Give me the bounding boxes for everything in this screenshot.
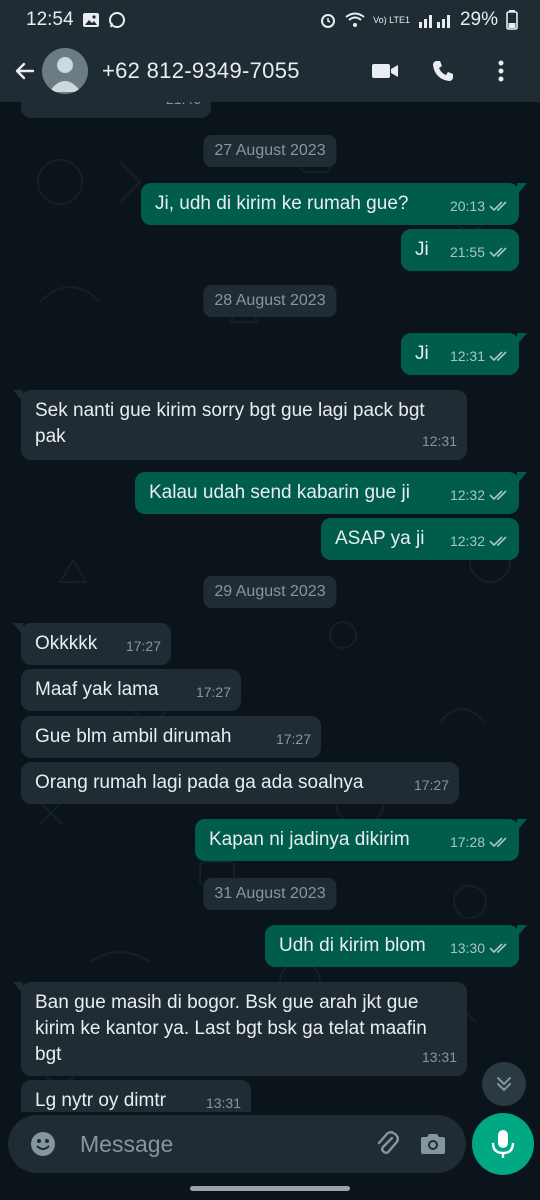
gallery-icon [82,12,100,28]
message-time: 21:46 [166,102,201,112]
message-text: Maaf yak lama [35,679,159,700]
message-bubble-incoming[interactable]: Gue blm ambil dirumah 17:27 [21,716,321,758]
message-text: Ji [415,343,429,364]
read-ticks-icon [489,943,507,954]
message-text: Orang rumah lagi pada ga ada soalnya [35,772,364,793]
status-time: 12:54 [26,9,74,30]
message-input[interactable]: Message [80,1131,364,1158]
date-divider: 27 August 2023 [203,135,337,167]
alarm-icon [319,11,337,29]
system-nav-bar [0,1176,540,1200]
contact-name[interactable]: +62 812-9349-7055 [102,58,356,84]
message-text: Sek nanti gue kirim sorry bgt gue lagi p… [35,400,425,447]
mic-icon[interactable] [472,1113,534,1175]
message-bubble-outgoing[interactable]: Kapan ni jadinya dikirim 17:28 [195,819,527,861]
signal-icon [418,12,452,28]
message-time: 12:32 [449,533,485,549]
message-meta: 17:28 [450,829,509,855]
message-text: Ji, udh di kirim ke rumah gue? [155,193,409,214]
message-bubble-outgoing[interactable]: Ji 12:31 [401,333,527,375]
message-meta: 12:32 [450,528,509,554]
message-bubble-incoming[interactable]: 21:46 [21,102,211,118]
emoji-icon[interactable] [20,1121,66,1167]
message-meta: 21:55 [450,239,509,265]
read-ticks-icon [489,201,507,212]
message-meta: 12:32 [450,482,509,508]
message-time: 21:55 [449,244,485,260]
message-meta: 17:27 [276,726,311,752]
home-gesture-bar[interactable] [190,1185,350,1191]
read-ticks-icon [489,351,507,362]
whatsapp-icon [108,11,126,29]
message-meta: 12:31 [422,428,457,454]
message-time: 17:28 [449,834,485,850]
attach-icon[interactable] [364,1121,410,1167]
message-bubble-incoming[interactable]: Lg nytr oy dimtr 13:31 [21,1080,251,1112]
message-time: 17:27 [195,684,231,700]
scroll-down-icon[interactable] [482,1062,526,1106]
message-meta: 12:31 [450,343,509,369]
read-ticks-icon [489,837,507,848]
message-meta: 13:31 [206,1090,241,1112]
message-composer: Message [8,1115,466,1173]
message-bubble-outgoing[interactable]: Ji 21:55 [401,229,519,271]
read-ticks-icon [489,247,507,258]
avatar-icon[interactable] [42,48,88,94]
message-time: 12:31 [449,348,485,364]
message-bubble-incoming[interactable]: Ban gue masih di bogor. Bsk gue arah jkt… [13,982,467,1076]
message-meta: 17:27 [414,772,449,798]
message-bubble-outgoing[interactable]: Udh di kirim blom 13:30 [265,925,527,967]
voice-call-icon[interactable] [414,47,472,95]
message-bubble-incoming[interactable]: Okkkkk 17:27 [13,623,171,665]
video-call-icon[interactable] [356,47,414,95]
message-time: 12:32 [449,487,485,503]
message-meta: 13:30 [450,935,509,961]
message-text: Kapan ni jadinya dikirim [209,829,410,850]
message-bubble-incoming[interactable]: Sek nanti gue kirim sorry bgt gue lagi p… [13,390,467,460]
back-arrow-icon[interactable] [10,51,40,91]
message-time: 12:31 [421,433,457,449]
message-text: Lg nytr oy dimtr [35,1090,166,1111]
wifi-icon [345,12,365,28]
more-options-icon[interactable] [472,47,530,95]
message-text: Ban gue masih di bogor. Bsk gue arah jkt… [35,992,427,1065]
message-bubble-incoming[interactable]: Maaf yak lama 17:27 [21,669,241,711]
message-time: 17:27 [275,731,311,747]
message-text: Gue blm ambil dirumah [35,726,232,747]
message-bubble-outgoing[interactable]: Ji, udh di kirim ke rumah gue? 20:13 [141,183,527,225]
read-ticks-icon [489,490,507,501]
message-time: 13:31 [421,1049,457,1065]
status-bar: 12:54 Vo) LTE1 29% [0,0,540,40]
message-text: ASAP ya ji [335,528,425,549]
date-divider: 29 August 2023 [203,576,337,608]
message-meta: 20:13 [450,193,509,219]
message-bubble-incoming[interactable]: Orang rumah lagi pada ga ada soalnya 17:… [21,762,459,804]
message-meta: 17:27 [196,679,231,705]
message-time: 17:27 [413,777,449,793]
chat-header: +62 812-9349-7055 [0,40,540,102]
message-time: 17:27 [125,638,161,654]
message-time: 13:31 [205,1095,241,1111]
message-text: Okkkkk [35,633,98,654]
chat-area[interactable]: 21:46 27 August 2023 Ji, udh di kirim ke… [0,102,540,1112]
read-ticks-icon [489,536,507,547]
network-label: Vo) LTE1 [373,14,410,25]
message-meta: 13:31 [422,1044,457,1070]
message-bubble-outgoing[interactable]: Kalau udah send kabarin gue ji 12:32 [135,472,527,514]
camera-icon[interactable] [410,1121,456,1167]
message-meta: 17:27 [126,633,161,659]
message-text: Ji [415,239,429,260]
message-time: 13:30 [449,940,485,956]
date-divider: 31 August 2023 [203,878,337,910]
battery-icon [506,10,518,30]
battery-percent: 29% [459,9,498,30]
date-divider: 28 August 2023 [203,285,337,317]
message-time: 20:13 [449,198,485,214]
message-bubble-outgoing[interactable]: ASAP ya ji 12:32 [321,518,519,560]
message-text: Kalau udah send kabarin gue ji [149,482,410,503]
message-text: Udh di kirim blom [279,935,426,956]
